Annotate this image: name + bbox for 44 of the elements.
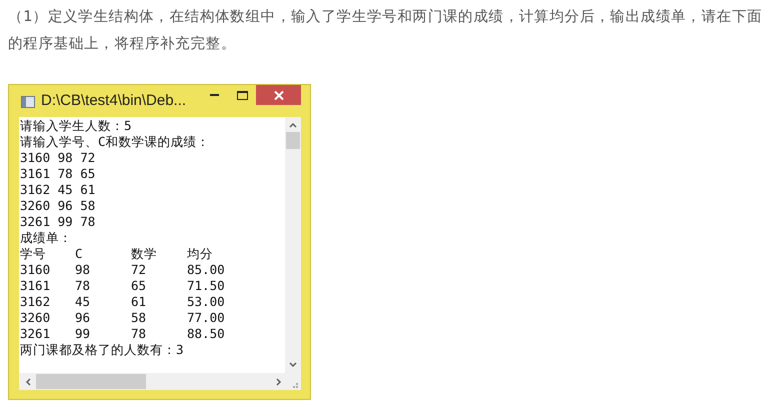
vertical-scrollbar[interactable] bbox=[285, 117, 301, 373]
console-line: 3162 45 61 bbox=[20, 182, 96, 197]
console-table-cell-text: 61 bbox=[131, 294, 148, 310]
window-title: D:\CB\test4\bin\Deb... bbox=[41, 92, 186, 109]
console-table-cell-text: 3261 bbox=[20, 326, 52, 342]
maximize-icon bbox=[236, 90, 248, 100]
console-table-cell-text: 98 bbox=[75, 262, 92, 278]
console-line: 两门课都及格了的人数有：3 bbox=[20, 342, 184, 357]
console-table-cell-text: 99 bbox=[75, 326, 92, 342]
console-table-cell-text: 85.00 bbox=[187, 262, 226, 278]
console-table-cell-text: 45 bbox=[75, 294, 92, 310]
console-table-cell-text: 71.50 bbox=[187, 278, 226, 294]
console-line: 成绩单： bbox=[20, 230, 72, 245]
console-table-cell-text: C bbox=[75, 246, 84, 262]
scrollbar-thumb[interactable] bbox=[36, 374, 146, 389]
console-line: 请输入学号、C和数学课的成绩： bbox=[20, 134, 210, 149]
console-table-cell-text: 77.00 bbox=[187, 310, 226, 326]
console-table-cell-text: 3260 bbox=[20, 310, 52, 326]
console-table-cell-text: 数学 bbox=[131, 246, 158, 262]
console-line: 请输入学生人数：5 bbox=[20, 118, 132, 133]
console-line: 3260 96 58 bbox=[20, 198, 96, 213]
console-table-cell-text: 78 bbox=[75, 278, 92, 294]
console-table-cell-text: 88.50 bbox=[187, 326, 226, 342]
console-table-cell-text: 72 bbox=[131, 262, 148, 278]
scrollbar-thumb[interactable] bbox=[286, 132, 300, 149]
console-table-cell-text: 均分 bbox=[187, 246, 214, 262]
close-icon bbox=[274, 90, 284, 100]
console-table-cell-text: 学号 bbox=[20, 246, 47, 262]
console-line: 3261 99 78 bbox=[20, 214, 96, 229]
console-table-cell-text: 96 bbox=[75, 310, 92, 326]
console-table-cell-text: 58 bbox=[131, 310, 148, 326]
console-table-cell-text: 65 bbox=[131, 278, 148, 294]
intro-paragraph: （1）定义学生结构体，在结构体数组中，输入了学生学号和两门课的成绩，计算均分后，输出成绩单，请在下面的程序基础上，将程序补充完整。 bbox=[8, 8, 764, 54]
console-table-cell-text: 3162 bbox=[20, 294, 52, 310]
minimize-icon bbox=[210, 94, 218, 96]
console-table-cell-text: 53.00 bbox=[187, 294, 226, 310]
console-line: 3160 98 72 bbox=[20, 150, 96, 165]
console-table-cell-text: 3160 bbox=[20, 262, 52, 278]
console-table-cell-text: 78 bbox=[131, 326, 148, 342]
console-table-cell-text: 3161 bbox=[20, 278, 52, 294]
console-line: 3161 78 65 bbox=[20, 166, 96, 181]
close-button[interactable] bbox=[256, 85, 301, 105]
console-app-icon bbox=[21, 96, 35, 108]
horizontal-scrollbar[interactable] bbox=[19, 373, 301, 390]
